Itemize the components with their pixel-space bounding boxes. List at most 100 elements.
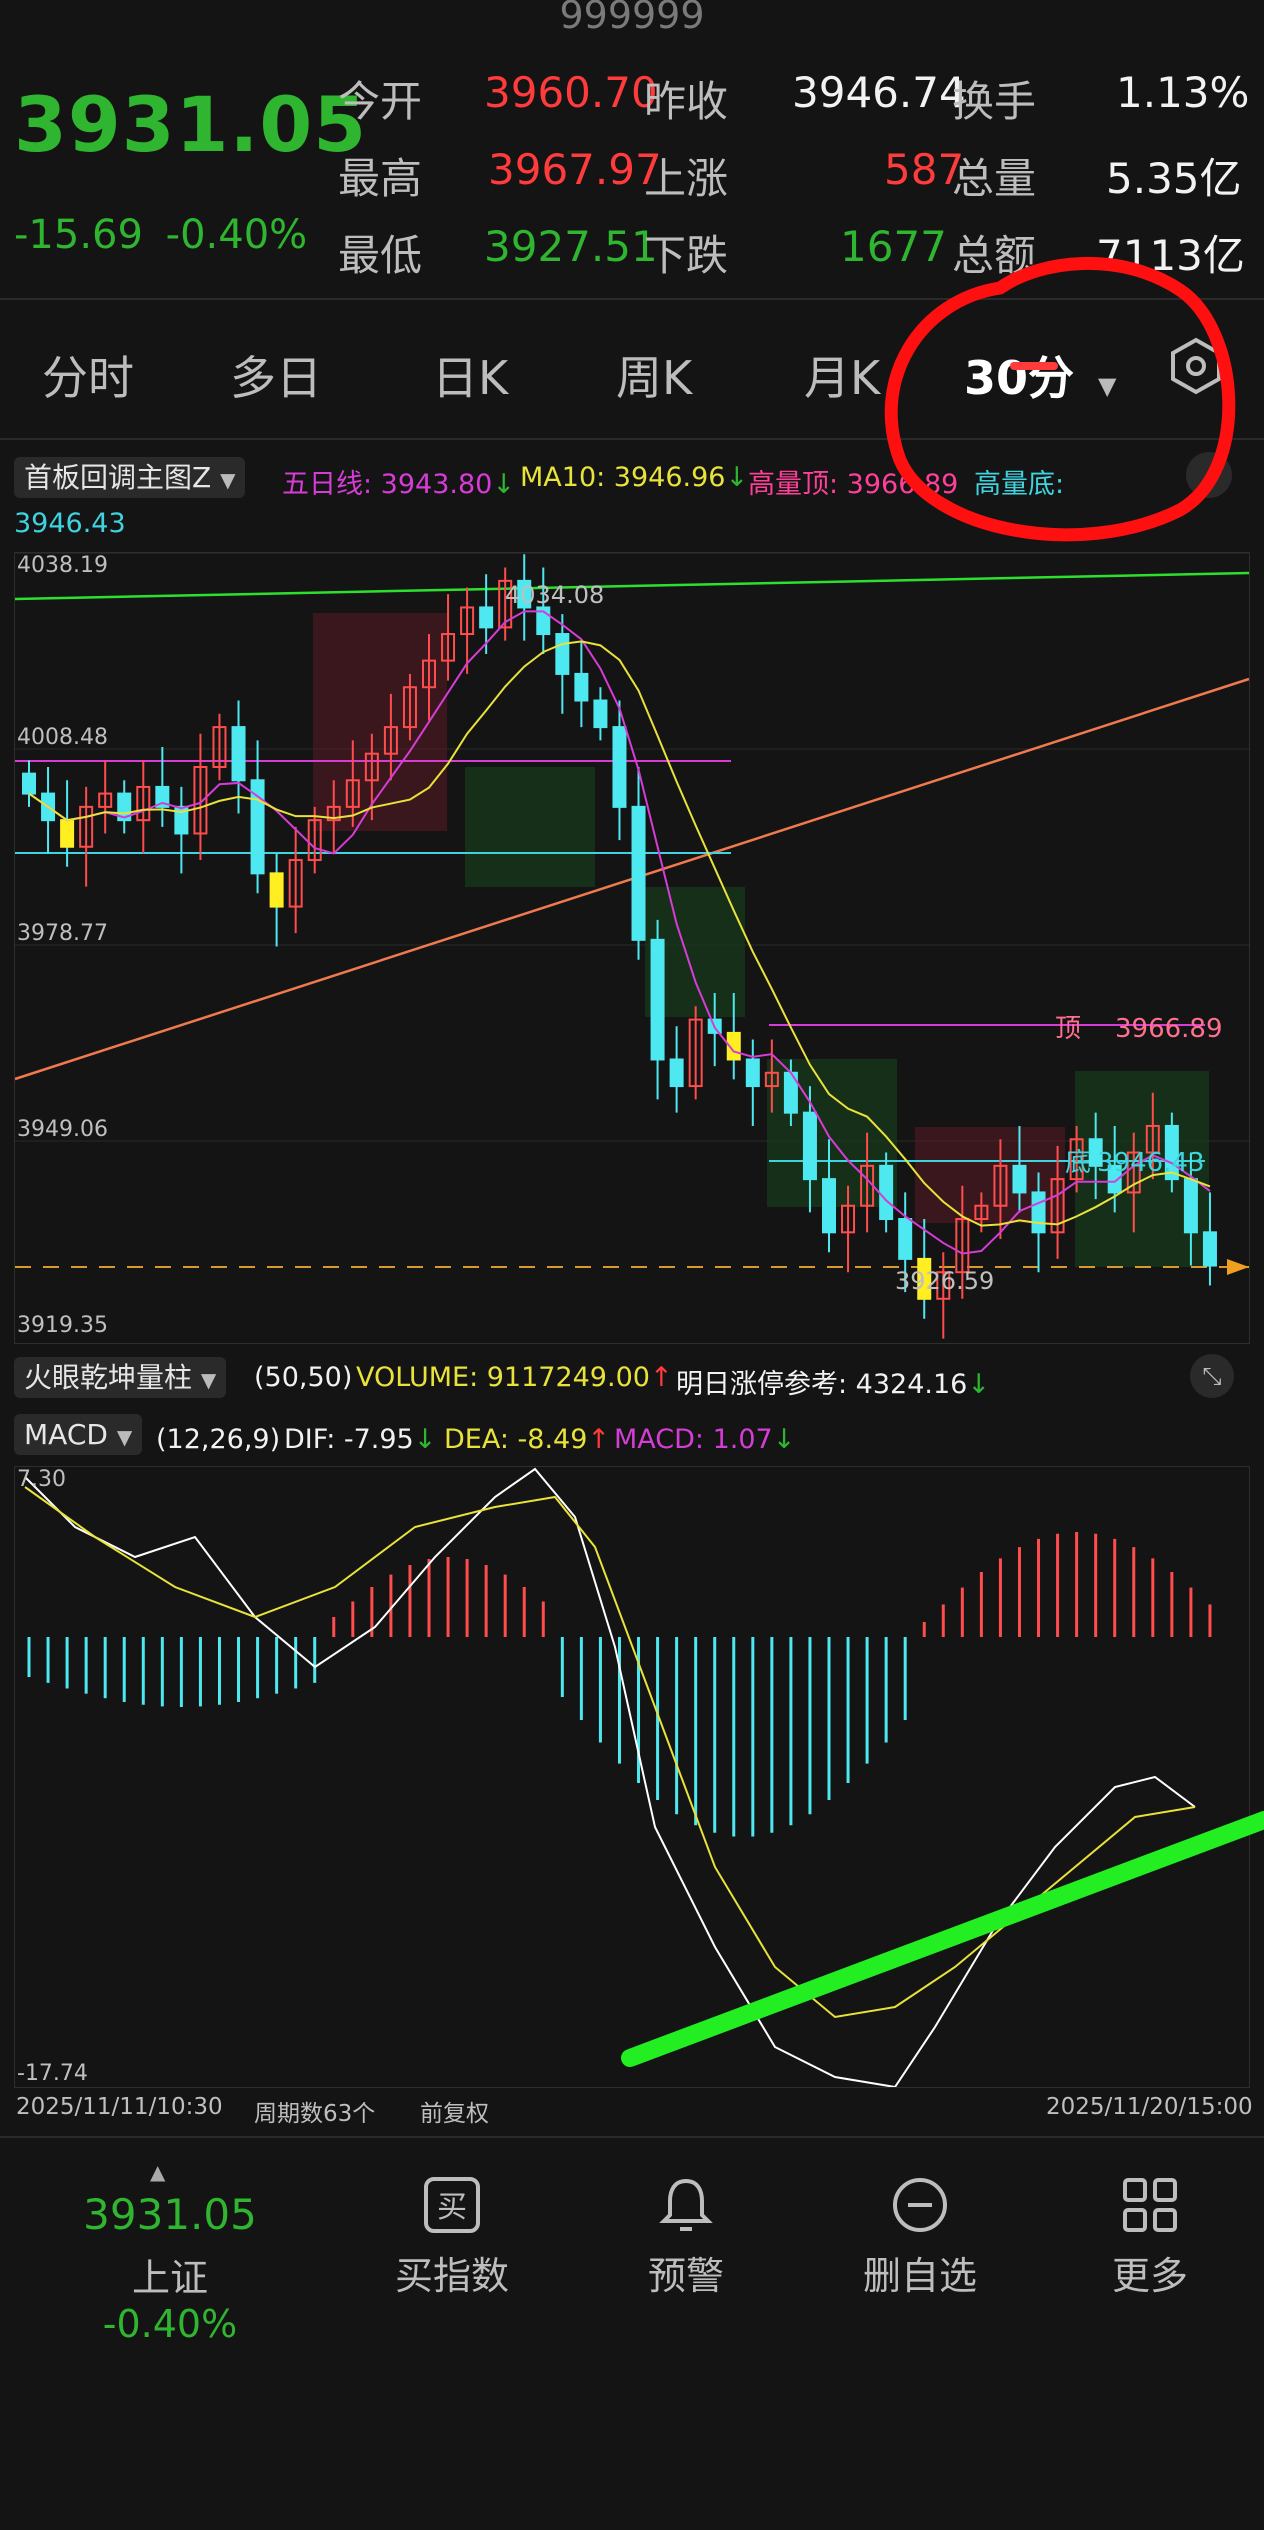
bottom-value-label: 3946.43 (1097, 1148, 1205, 1178)
candle-body (612, 726, 627, 808)
tab-multi-day[interactable]: 多日 (230, 342, 322, 408)
candle-body (231, 726, 246, 782)
dea-text: DEA: -8.49 (444, 1424, 588, 1455)
y-axis-tick: 4038.19 (17, 553, 108, 578)
stat-open: 3960.70 (484, 68, 658, 117)
macd-value: MACD: 1.07↓ (614, 1424, 795, 1455)
candle-body (269, 872, 284, 908)
stat-label: 下跌 (644, 231, 729, 280)
tab-monthly-k[interactable]: 月K (804, 342, 880, 408)
macd-y-bottom: -17.74 (17, 2061, 88, 2086)
macd-chart[interactable]: 7.30 -17.74 (14, 1466, 1250, 2088)
tab-weekly-k[interactable]: 周K (616, 342, 692, 408)
tab-30min[interactable]: 30分 ▼ (964, 342, 1117, 408)
high-volume-bottom: 高量底: (974, 469, 1065, 500)
candle-body (745, 1058, 760, 1088)
tab-daily-k[interactable]: 日K (432, 342, 508, 408)
more-button[interactable]: 更多 (1100, 2175, 1200, 2300)
candle-body (631, 805, 646, 941)
stat-label: 最低 (338, 231, 423, 280)
ma5-value: 五日线: 3943.80↓ (282, 462, 515, 501)
candle-body (479, 606, 494, 629)
stat-label: 总额 (952, 231, 1037, 280)
down-arrow-icon: ↓ (967, 1369, 990, 1400)
tab-intraday[interactable]: 分时 (42, 342, 134, 408)
candle-body (1012, 1164, 1027, 1194)
top-tag-label: 顶 (1055, 1014, 1081, 1044)
limit-up-reference: 明日涨停参考: 4324.16↓ (676, 1362, 990, 1401)
nav-quote-pct: -0.40% (102, 2302, 238, 2346)
top-value-label: 3966.89 (1115, 1014, 1223, 1044)
macd-indicator-label: MACD (24, 1418, 108, 1451)
divider (0, 438, 1264, 440)
up-arrow-icon: ↑ (649, 1362, 673, 1393)
candle-body (593, 699, 608, 729)
stat-label: 换手 (952, 77, 1037, 126)
stat-decline: 1677 (840, 222, 947, 271)
candle-body (22, 772, 36, 795)
down-arrow-icon: ↓ (492, 469, 515, 500)
volume-value: VOLUME: 9117249.00↑ (356, 1362, 673, 1393)
collapse-up-icon[interactable]: ▲ (150, 2160, 165, 2184)
macd-text: MACD: 1.07 (614, 1424, 773, 1455)
volume-indicator-label: 火眼乾坤量柱 (24, 1361, 193, 1394)
stat-label: 总量 (952, 154, 1037, 203)
buy-index-button[interactable]: 买 买指数 (392, 2175, 512, 2300)
macd-dif: DIF: -7.95↓ (284, 1424, 436, 1455)
candlestick-chart[interactable]: 4034.08 3926.59 顶 3966.89 底 3946.43 4038… (14, 552, 1250, 1344)
period-count: 周期数63个 (254, 2101, 376, 2127)
main-indicator-selector[interactable]: 首板回调主图Z ▼ (14, 456, 246, 498)
main-indicator-label: 首板回调主图Z (24, 461, 212, 494)
stat-turnover: 1.13% (1116, 68, 1250, 117)
nav-quote-name: 上证 (131, 2256, 208, 2300)
buy-index-label: 买指数 (394, 2254, 509, 2298)
stat-prev-close: 3946.74 (792, 68, 966, 117)
volume-params: (50,50) (254, 1362, 353, 1393)
stat-low: 3927.51 (484, 222, 658, 271)
stat-label: 最高 (338, 154, 423, 203)
ma10-text: MA10: 3946.96 (520, 462, 726, 493)
candle-body (1202, 1231, 1217, 1267)
candle-body (879, 1164, 894, 1221)
candle-body (822, 1178, 836, 1234)
index-quote[interactable]: 3931.05 上证 -0.40% (60, 2190, 280, 2346)
dif-text: DIF: -7.95 (284, 1424, 414, 1455)
low-price-label: 3926.59 (895, 1267, 994, 1295)
price-change: -15.69 -0.40% (14, 212, 307, 258)
tab-30min-label: 30分 (964, 351, 1075, 405)
limit-up-text: 明日涨停参考: 4324.16 (676, 1369, 968, 1400)
y-axis-tick: 3978.77 (17, 921, 108, 946)
up-arrow-icon: ↑ (587, 1424, 611, 1455)
settings-hexagon-icon[interactable] (1166, 336, 1226, 407)
candle-body (898, 1218, 913, 1260)
grid-icon (1123, 2178, 1177, 2232)
change-percent: -0.40% (165, 212, 308, 258)
expand-arrows-icon[interactable]: ⤡ (1190, 1354, 1234, 1398)
dropdown-icon: ▼ (116, 1425, 133, 1449)
high-volume-top: 高量顶: 3966.89 (748, 469, 959, 500)
stat-row-1: 今开 (338, 68, 422, 129)
ma10-value: MA10: 3946.96↓ (520, 462, 748, 493)
stat-amount: 7113亿 (1096, 231, 1245, 280)
remove-watchlist-button[interactable]: 删自选 (850, 2175, 990, 2300)
down-arrow-icon: ↓ (725, 462, 749, 493)
volume-indicator-selector[interactable]: 火眼乾坤量柱 ▼ (14, 1356, 227, 1398)
more-label: 更多 (1111, 2254, 1188, 2298)
macd-dea: DEA: -8.49↑ (444, 1424, 610, 1455)
current-price: 3931.05 (14, 80, 368, 169)
down-arrow-icon: ↓ (413, 1424, 437, 1455)
stat-label: 上涨 (644, 154, 729, 203)
candle-body (555, 633, 570, 675)
bottom-tag-label: 底 (1065, 1148, 1091, 1178)
macd-svg (24, 1467, 1212, 2087)
candle-body (669, 1058, 684, 1088)
candle-body (60, 819, 75, 848)
volume-text: VOLUME: 9117249.00 (356, 1362, 650, 1393)
y-axis-tick: 3949.06 (17, 1117, 108, 1142)
caret-down-icon: ▼ (1098, 372, 1117, 400)
alert-button[interactable]: 预警 (626, 2175, 746, 2300)
macd-indicator-selector[interactable]: MACD ▼ (14, 1414, 143, 1455)
candle-body (802, 1111, 817, 1181)
expand-icon[interactable] (1186, 452, 1232, 498)
minus-circle-icon (893, 2178, 947, 2232)
